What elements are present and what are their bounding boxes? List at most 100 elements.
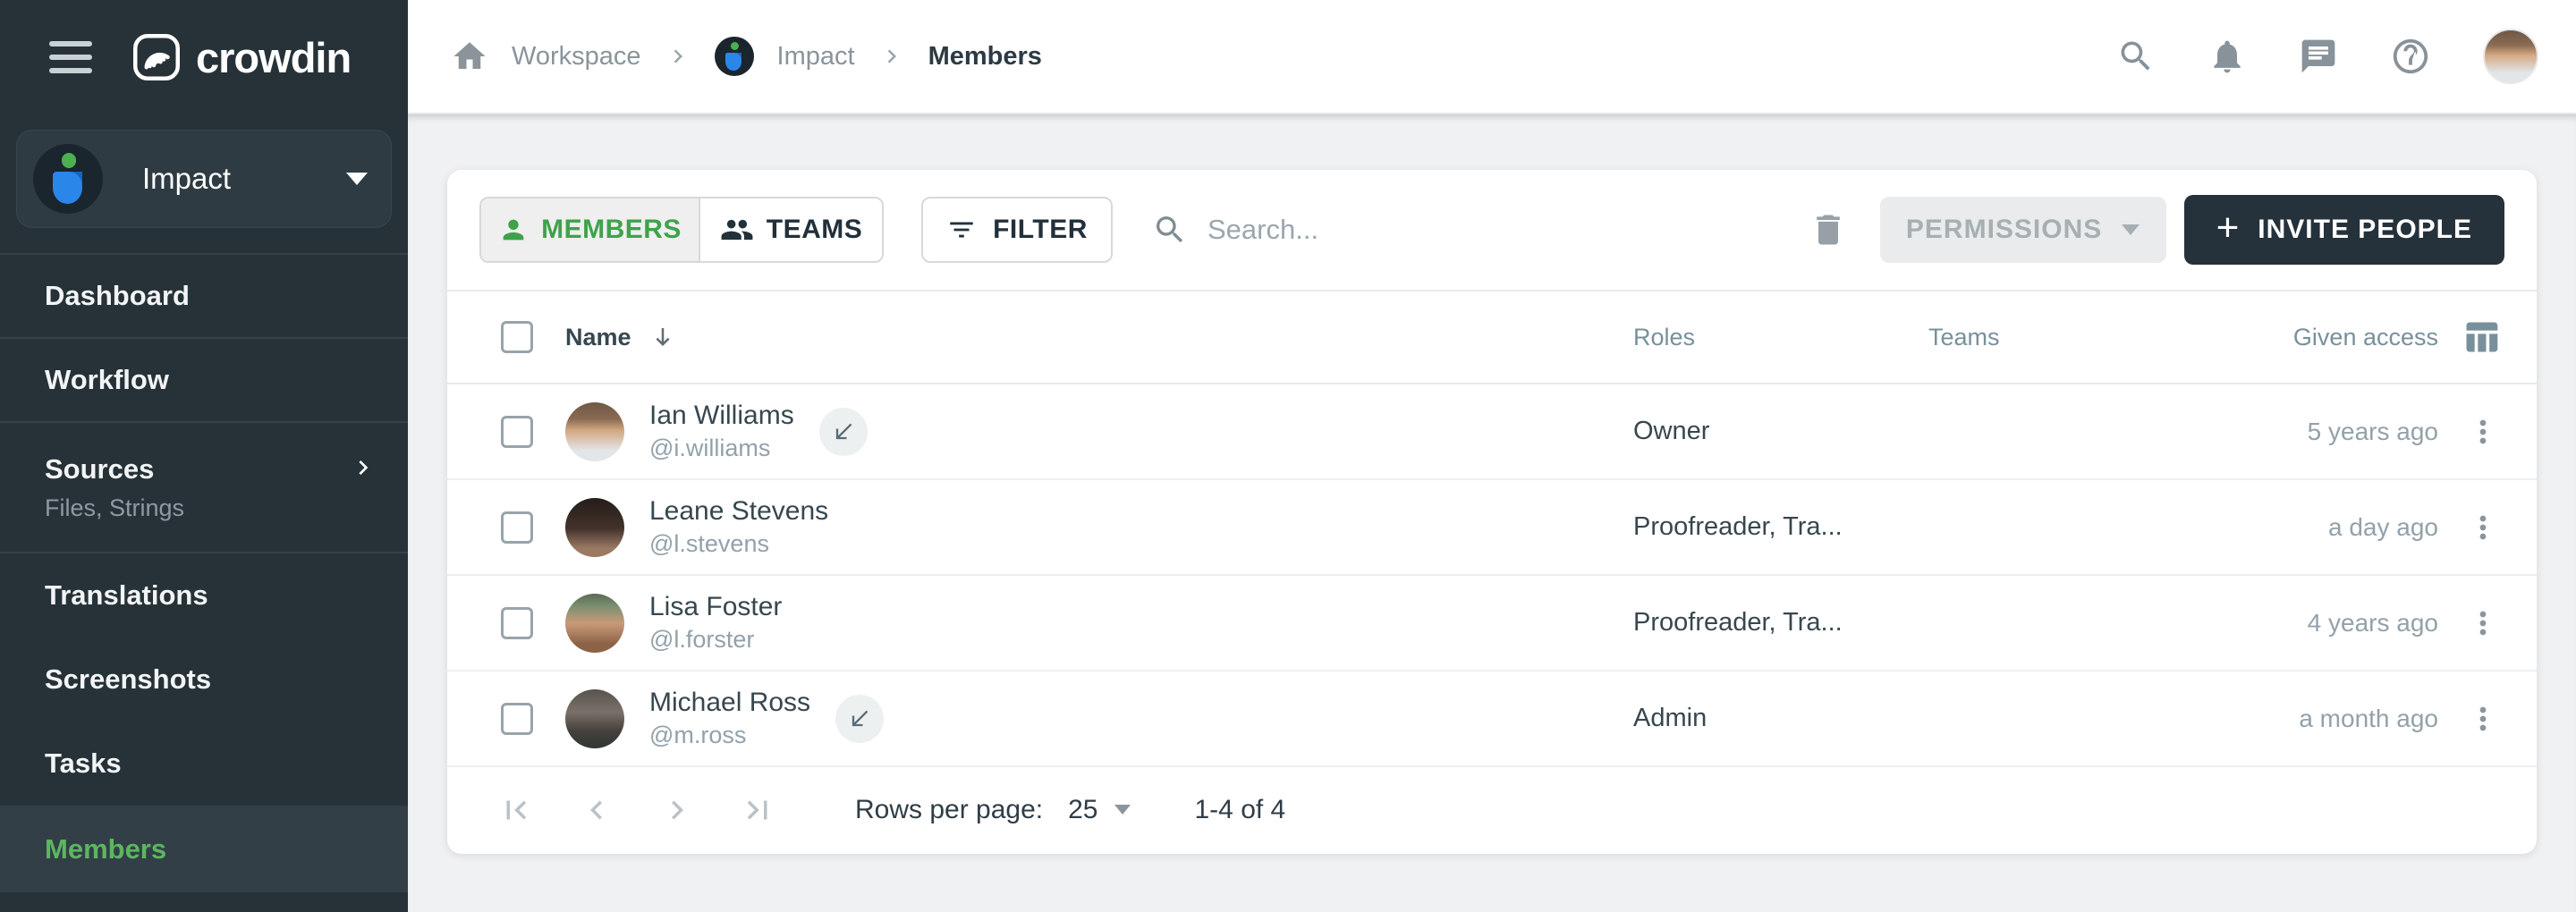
row-menu-kebab-icon[interactable] xyxy=(2465,701,2501,737)
crowdin-logo-icon xyxy=(130,30,183,84)
member-username: @l.stevens xyxy=(649,531,828,558)
sidebar-item-members[interactable]: Members xyxy=(0,806,408,892)
member-username: @m.ross xyxy=(649,722,810,749)
member-name[interactable]: Leane Stevens xyxy=(649,496,828,526)
row-checkbox[interactable] xyxy=(501,511,533,544)
member-row[interactable]: Michael Ross @m.ross Admin a month ago xyxy=(447,671,2537,767)
previous-page-icon[interactable] xyxy=(578,791,615,829)
sidebar-item-sources[interactable]: Sources Files, Strings xyxy=(0,423,408,553)
main-content: MEMBERS TEAMS FILTER xyxy=(408,114,2576,912)
row-checkbox[interactable] xyxy=(501,607,533,639)
user-avatar[interactable] xyxy=(2483,29,2538,84)
messages-chat-icon[interactable] xyxy=(2299,37,2338,76)
member-name[interactable]: Lisa Foster xyxy=(649,592,782,621)
tab-teams[interactable]: TEAMS xyxy=(700,198,882,261)
rows-per-page-select[interactable]: 25 xyxy=(1068,795,1130,825)
member-avatar xyxy=(565,498,624,557)
login-as-badge[interactable] xyxy=(819,408,868,456)
chevron-right-icon xyxy=(665,43,691,70)
member-roles: Owner xyxy=(1580,417,1875,446)
arrow-south-west-icon xyxy=(831,419,856,444)
chevron-down-icon xyxy=(346,173,368,185)
invite-people-button[interactable]: + INVITE PEOPLE xyxy=(2184,195,2504,265)
row-menu-kebab-icon[interactable] xyxy=(2465,605,2501,641)
arrow-south-west-icon xyxy=(847,706,872,731)
row-menu-kebab-icon[interactable] xyxy=(2465,414,2501,450)
sidebar-item-translations[interactable]: Translations xyxy=(0,553,408,638)
chevron-right-icon xyxy=(878,43,905,70)
member-roles: Proofreader, Tra... xyxy=(1580,512,1875,542)
member-given-access: 4 years ago xyxy=(2170,609,2438,638)
crowdin-logo-text: crowdin xyxy=(196,33,351,82)
member-name[interactable]: Ian Williams xyxy=(649,401,794,430)
member-given-access: a month ago xyxy=(2170,705,2438,733)
next-page-icon[interactable] xyxy=(658,791,696,829)
sort-descending-icon[interactable] xyxy=(649,324,676,350)
pagination-bar: Rows per page: 25 1-4 of 4 xyxy=(447,767,2537,852)
column-header-roles: Roles xyxy=(1580,324,1875,351)
table-header: Name Roles Teams Given access xyxy=(447,290,2537,384)
top-bar-main: Workspace Impact Members xyxy=(408,0,2576,114)
breadcrumb-current-page: Members xyxy=(928,42,1042,72)
member-row[interactable]: Leane Stevens @l.stevens Proofreader, Tr… xyxy=(447,480,2537,576)
member-given-access: 5 years ago xyxy=(2170,418,2438,446)
group-icon xyxy=(720,213,754,247)
member-username: @l.forster xyxy=(649,627,782,654)
menu-icon[interactable] xyxy=(49,41,92,73)
sidebar-item-screenshots[interactable]: Screenshots xyxy=(0,638,408,722)
member-roles: Proofreader, Tra... xyxy=(1580,608,1875,638)
row-checkbox[interactable] xyxy=(501,416,533,448)
column-header-name[interactable]: Name xyxy=(565,324,676,351)
member-row[interactable]: Ian Williams @i.williams Owner 5 years a… xyxy=(447,384,2537,480)
last-page-icon[interactable] xyxy=(739,791,776,829)
top-bar: crowdin Workspace Impact Members xyxy=(0,0,2576,114)
breadcrumb-project-avatar xyxy=(715,37,754,76)
notifications-bell-icon[interactable] xyxy=(2207,37,2247,76)
home-icon[interactable] xyxy=(451,38,488,75)
row-menu-kebab-icon[interactable] xyxy=(2465,510,2501,545)
members-toolbar: MEMBERS TEAMS FILTER xyxy=(447,170,2537,290)
first-page-icon[interactable] xyxy=(497,791,535,829)
person-icon xyxy=(498,215,529,245)
members-teams-tabs: MEMBERS TEAMS xyxy=(479,197,884,263)
sidebar: Impact Dashboard Workflow Sources Files,… xyxy=(0,114,408,912)
table-columns-icon[interactable] xyxy=(2462,317,2501,357)
breadcrumb-workspace[interactable]: Workspace xyxy=(512,42,641,72)
sidebar-item-sources-sublabel: Files, Strings xyxy=(45,494,408,522)
member-roles: Admin xyxy=(1580,704,1875,733)
select-all-checkbox[interactable] xyxy=(501,321,533,353)
row-checkbox[interactable] xyxy=(501,703,533,735)
column-header-given-access: Given access xyxy=(2170,324,2438,351)
sidebar-item-dashboard[interactable]: Dashboard xyxy=(0,255,408,339)
project-selector[interactable]: Impact xyxy=(16,130,392,228)
brand-area: crowdin xyxy=(0,0,408,114)
search-input[interactable] xyxy=(1208,214,1798,246)
delete-trash-icon[interactable] xyxy=(1809,210,1848,249)
breadcrumb: Workspace Impact Members xyxy=(451,37,1042,76)
member-name[interactable]: Michael Ross xyxy=(649,688,810,717)
pagination-range: 1-4 of 4 xyxy=(1195,795,1286,825)
member-avatar xyxy=(565,402,624,461)
permissions-button[interactable]: PERMISSIONS xyxy=(1880,197,2166,263)
member-avatar xyxy=(565,689,624,748)
chevron-right-icon xyxy=(349,453,377,486)
help-icon[interactable] xyxy=(2390,36,2431,77)
search-box xyxy=(1152,212,1809,248)
column-header-teams: Teams xyxy=(1875,324,2170,351)
chevron-down-icon xyxy=(2122,224,2140,235)
filter-icon xyxy=(946,215,977,245)
login-as-badge[interactable] xyxy=(835,695,884,743)
member-row[interactable]: Lisa Foster @l.forster Proofreader, Tra.… xyxy=(447,576,2537,671)
filter-button[interactable]: FILTER xyxy=(921,197,1113,263)
search-icon[interactable] xyxy=(2116,37,2156,76)
crowdin-logo[interactable]: crowdin xyxy=(130,30,351,84)
sidebar-item-tasks[interactable]: Tasks xyxy=(0,722,408,806)
plus-icon: + xyxy=(2216,208,2241,248)
search-icon xyxy=(1152,212,1188,248)
tab-members[interactable]: MEMBERS xyxy=(481,198,700,261)
top-bar-icons xyxy=(2116,29,2538,84)
breadcrumb-project[interactable]: Impact xyxy=(777,42,855,72)
project-avatar xyxy=(33,144,103,214)
sidebar-item-workflow[interactable]: Workflow xyxy=(0,339,408,423)
sidebar-nav: Dashboard Workflow Sources Files, String… xyxy=(0,253,408,892)
